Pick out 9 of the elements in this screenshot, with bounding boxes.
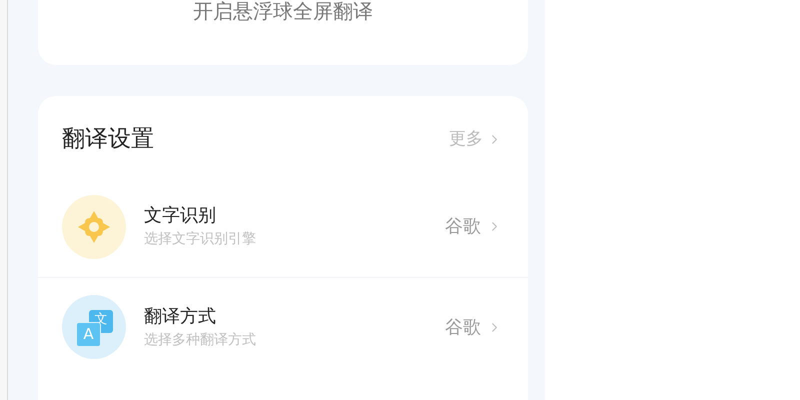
row-value: 谷歌 [445, 316, 481, 340]
row-subtitle: 选择文字识别引擎 [144, 230, 257, 249]
row-title: 翻译方式 [144, 304, 217, 328]
settings-row[interactable]: 文字识别 选择文字识别引擎 谷歌 [38, 176, 528, 276]
section-title: 翻译设置 [62, 125, 154, 154]
floating-translate-text[interactable]: 开启悬浮球全屏翻译 [193, 0, 373, 23]
row-title: 文字识别 [144, 204, 217, 228]
row-subtitle: 选择多种翻译方式 [144, 330, 257, 350]
row-value: 谷歌 [445, 215, 481, 239]
